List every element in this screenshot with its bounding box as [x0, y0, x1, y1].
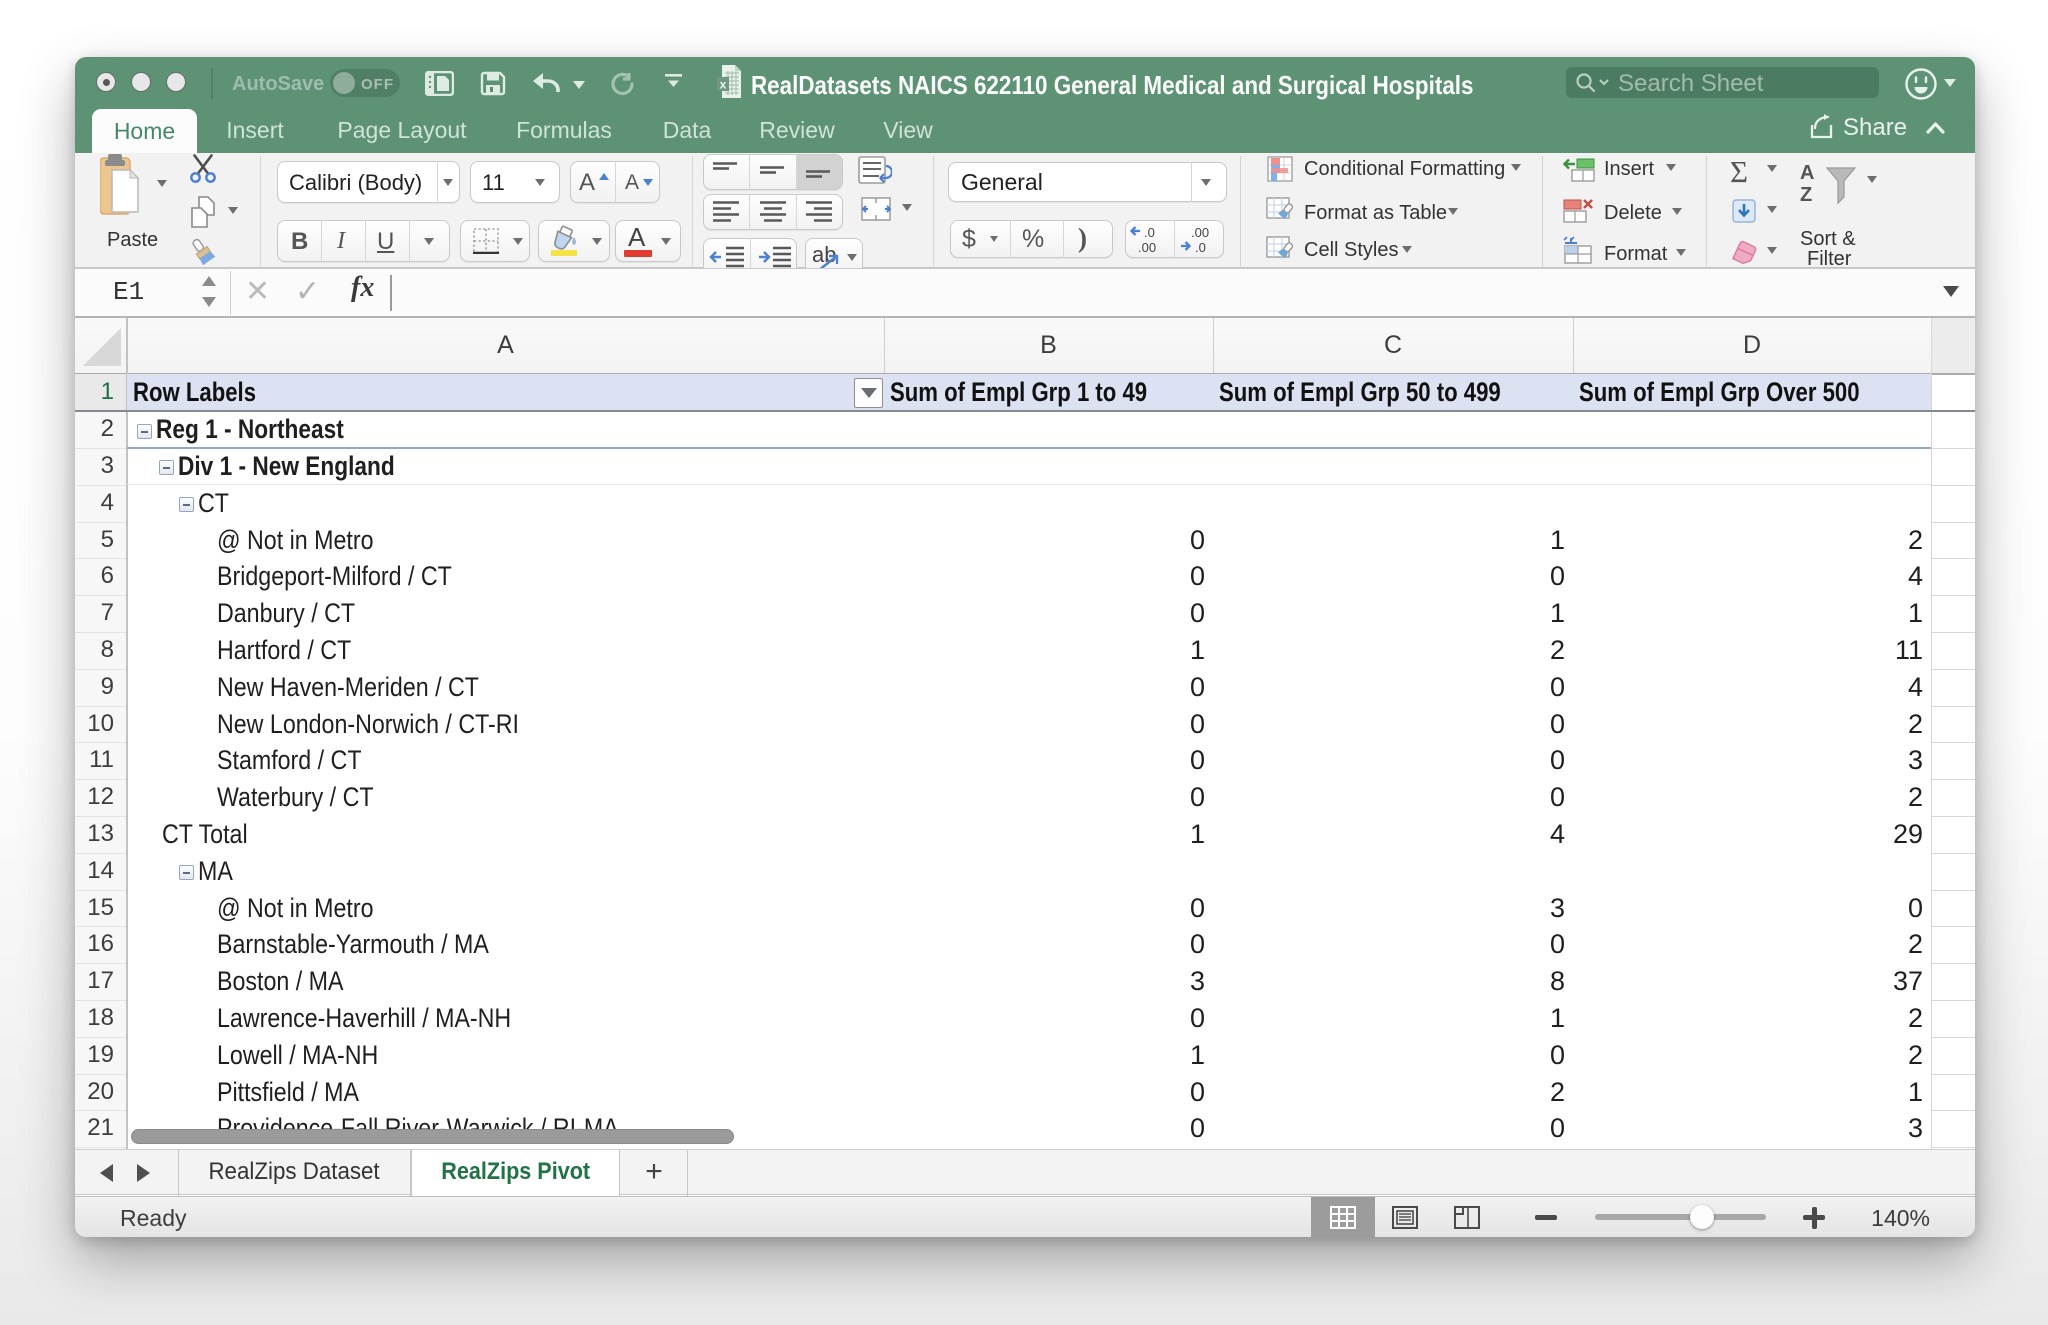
- svg-text:.0: .0: [1144, 225, 1155, 240]
- svg-text:.00: .00: [1138, 240, 1156, 254]
- svg-text:.00: .00: [1191, 225, 1209, 240]
- svg-text:.0: .0: [1195, 240, 1206, 254]
- svg-text:x: x: [720, 78, 727, 92]
